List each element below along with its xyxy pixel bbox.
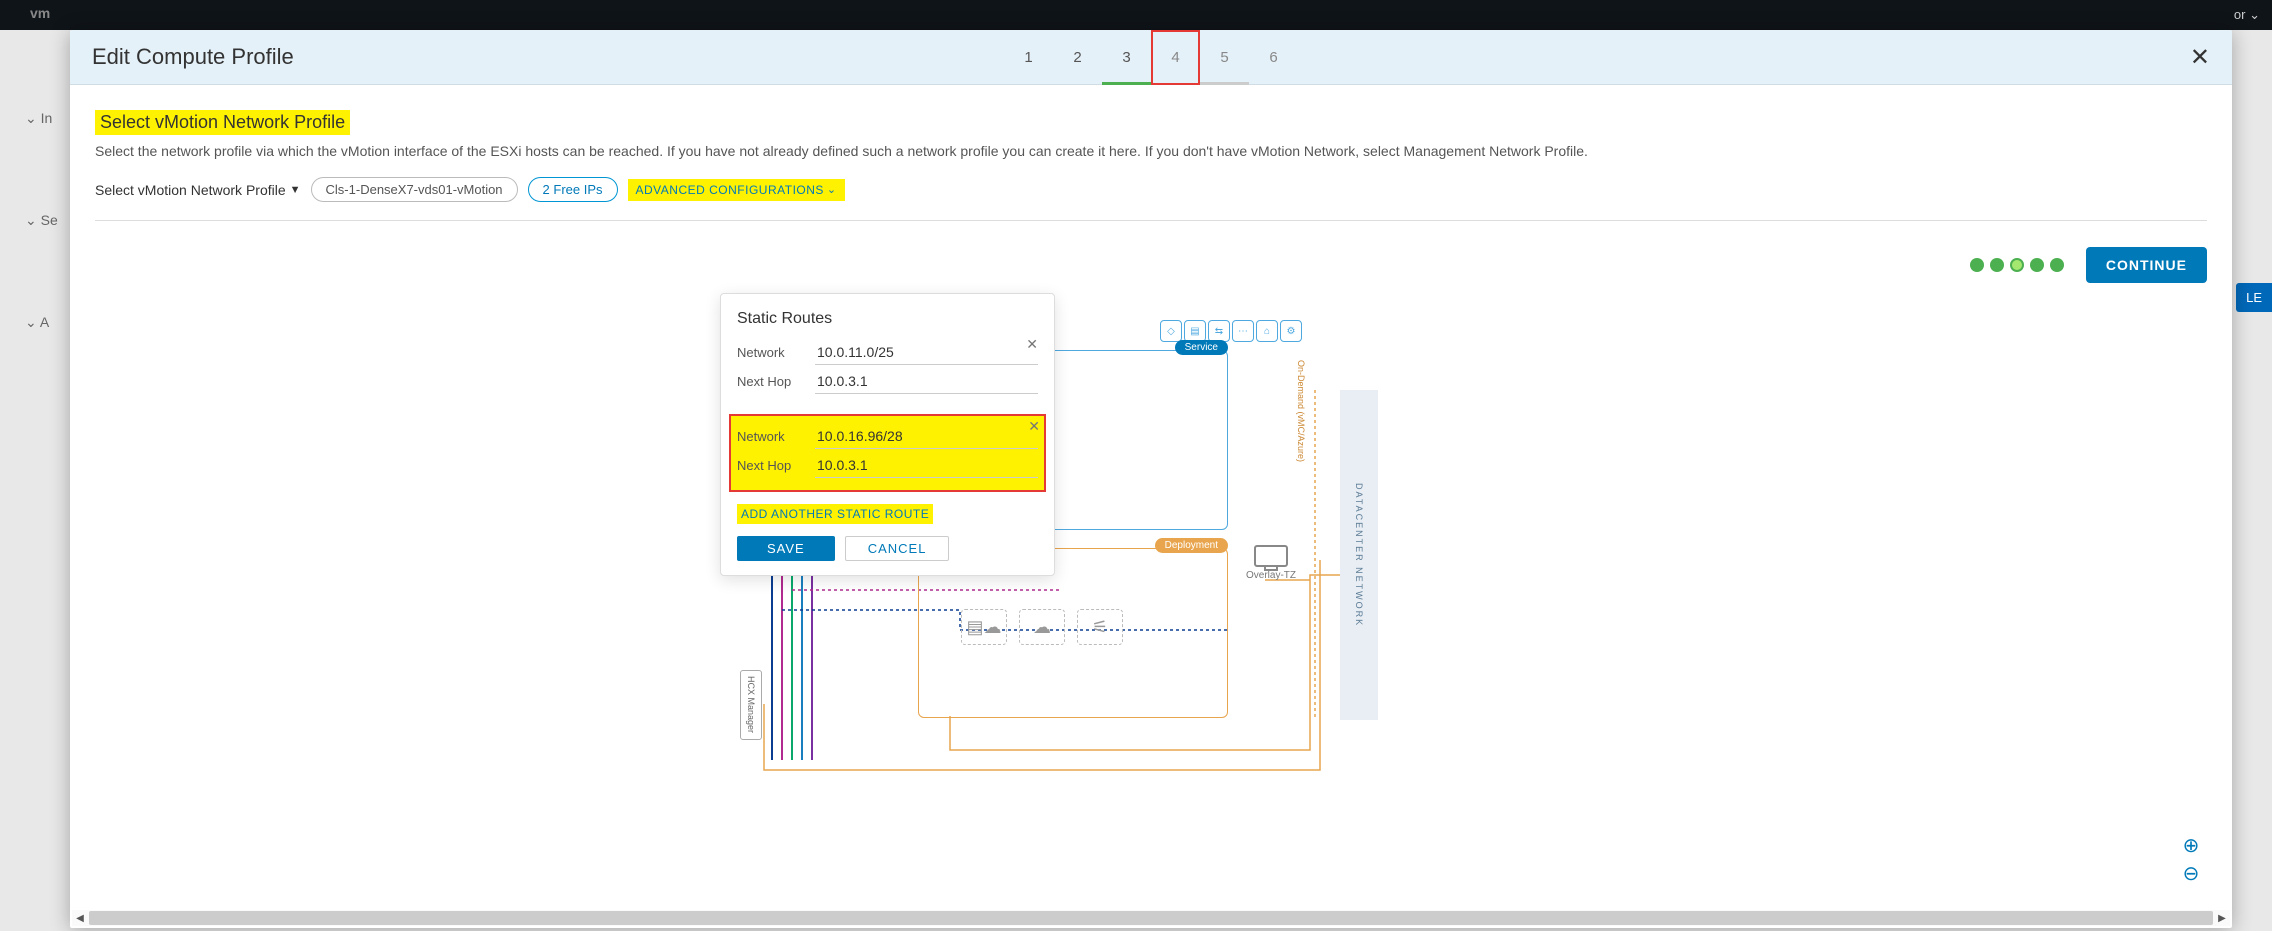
step-3[interactable]: 3 xyxy=(1102,30,1151,85)
remove-route-icon[interactable]: ✕ xyxy=(1026,336,1038,353)
modal-body: Select vMotion Network Profile Select th… xyxy=(70,85,2232,928)
zoom-out-icon[interactable]: ⊖ xyxy=(2180,861,2202,883)
modal-header: Edit Compute Profile 1 2 3 4 5 6 ✕ xyxy=(70,30,2232,85)
network-profile-pill[interactable]: Cls-1-DenseX7-vds01-vMotion xyxy=(311,177,518,202)
chevron-down-icon[interactable]: ▼ xyxy=(290,184,301,196)
hcx-manager-box: HCX Manager xyxy=(740,670,762,740)
status-dot xyxy=(1970,258,1984,272)
section-heading: Select vMotion Network Profile xyxy=(95,110,350,135)
step-6[interactable]: 6 xyxy=(1249,30,1298,85)
hex-icon: ⇆ xyxy=(1208,320,1230,342)
background-sidebar: ⌄ In ⌄ Se ⌄ A xyxy=(25,110,58,416)
header-right-cluster: CONTINUE xyxy=(1970,247,2207,283)
background-right-badge: LE xyxy=(2236,283,2272,312)
static-route-2: ✕ Network Next Hop xyxy=(729,414,1046,492)
free-ips-pill[interactable]: 2 Free IPs xyxy=(528,177,618,202)
close-icon[interactable]: ✕ xyxy=(2190,43,2210,72)
profile-select-label: Select vMotion Network Profile ▼ xyxy=(95,182,301,198)
network-input[interactable] xyxy=(815,340,1038,365)
nexthop-input[interactable] xyxy=(815,453,1038,478)
config-row: Select vMotion Network Profile ▼ Cls-1-D… xyxy=(95,177,2207,202)
save-button[interactable]: SAVE xyxy=(737,536,835,561)
on-demand-label: On-Demand (vMC/Azure) xyxy=(1296,360,1306,464)
scroll-right-icon[interactable]: ▶ xyxy=(2214,913,2230,924)
hex-icon: ⚙ xyxy=(1280,320,1302,342)
section-description: Select the network profile via which the… xyxy=(95,143,2207,159)
chevron-down-icon: ⌄ xyxy=(827,183,837,196)
scroll-left-icon[interactable]: ◀ xyxy=(72,913,88,924)
continue-button[interactable]: CONTINUE xyxy=(2086,247,2207,283)
nexthop-label: Next Hop xyxy=(737,458,815,473)
divider xyxy=(95,220,2207,221)
remove-route-icon[interactable]: ✕ xyxy=(1028,418,1040,435)
popup-title: Static Routes xyxy=(737,310,1038,328)
wizard-steps: 1 2 3 4 5 6 xyxy=(1004,30,1298,84)
edit-compute-profile-modal: Edit Compute Profile 1 2 3 4 5 6 ✕ Selec… xyxy=(70,30,2232,928)
datacenter-network-box: DATACENTER NETWORK xyxy=(1340,390,1378,720)
advanced-configurations-toggle[interactable]: ADVANCED CONFIGURATIONS ⌄ xyxy=(628,179,845,201)
network-label: Network xyxy=(737,345,815,360)
network-label: Network xyxy=(737,429,815,444)
nexthop-label: Next Hop xyxy=(737,374,815,389)
nexthop-input[interactable] xyxy=(815,369,1038,394)
overlay-tz-icon: Overlay-TZ xyxy=(1246,545,1296,581)
hex-icon: ⌂ xyxy=(1256,320,1278,342)
service-badge: Service xyxy=(1175,340,1228,355)
hex-icon: ⋯ xyxy=(1232,320,1254,342)
status-dot xyxy=(1990,258,2004,272)
scroll-thumb[interactable] xyxy=(89,911,2213,925)
user-menu[interactable]: or ⌄ xyxy=(2234,7,2260,23)
network-icon: ⚟ xyxy=(1077,609,1123,645)
static-routes-popup: Static Routes ✕ Network Next Hop ✕ Netwo… xyxy=(720,293,1055,576)
status-dot xyxy=(2030,258,2044,272)
step-2[interactable]: 2 xyxy=(1053,30,1102,85)
step-4[interactable]: 4 xyxy=(1151,30,1200,85)
service-icons-row: ◇ ▤ ⇆ ⋯ ⌂ ⚙ xyxy=(1160,320,1392,342)
cancel-button[interactable]: CANCEL xyxy=(845,536,950,561)
add-static-route-button[interactable]: ADD ANOTHER STATIC ROUTE xyxy=(737,504,933,524)
cloud-icon: ☁ xyxy=(1019,609,1065,645)
zoom-controls: ⊕ ⊖ xyxy=(2180,833,2202,883)
step-5[interactable]: 5 xyxy=(1200,30,1249,85)
network-input[interactable] xyxy=(815,424,1038,449)
status-dots xyxy=(1970,258,2064,272)
vmware-logo: vm xyxy=(30,5,50,21)
step-1[interactable]: 1 xyxy=(1004,30,1053,85)
status-dot-current xyxy=(2010,258,2024,272)
status-dot xyxy=(2050,258,2064,272)
horizontal-scrollbar[interactable]: ◀ ▶ xyxy=(72,910,2230,926)
server-icon: ▤☁ xyxy=(961,609,1007,645)
app-top-bar: vm or ⌄ xyxy=(0,0,2272,30)
hex-icon: ▤ xyxy=(1184,320,1206,342)
static-route-1: ✕ Network Next Hop xyxy=(737,340,1038,406)
modal-title: Edit Compute Profile xyxy=(92,44,294,70)
zoom-in-icon[interactable]: ⊕ xyxy=(2180,833,2202,855)
deployment-badge: Deployment xyxy=(1155,538,1228,553)
hex-icon: ◇ xyxy=(1160,320,1182,342)
